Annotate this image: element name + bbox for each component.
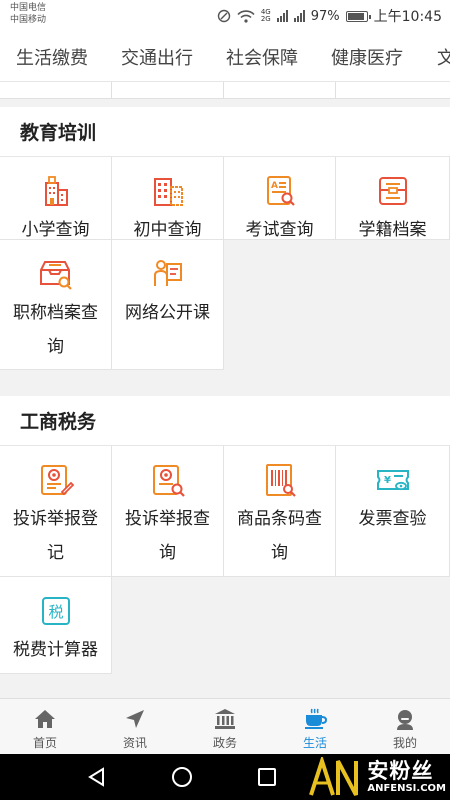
government-building-icon [215,709,235,729]
nav-home[interactable]: 首页 [0,699,90,754]
anfensi-logo [309,757,359,796]
watermark-en: ANFENSI.COM [367,782,446,794]
archive-tray-search-icon [39,261,72,290]
complaint-register-icon [40,465,74,496]
user-profile-icon [397,710,413,730]
status-right: 4G 2G 97% 上午10:45 [217,6,442,26]
home-icon [35,710,55,728]
service-label: 学籍档案 [358,220,427,240]
network-types: 4G 2G [261,9,271,23]
tab-living-payment[interactable]: 生活缴费 [16,44,88,70]
tab-health-medical[interactable]: 健康医疗 [331,44,403,70]
signal-2-icon [293,10,305,22]
complaint-search-icon [152,465,185,497]
section-education: 教育培训 小学查询 初中查询 A 考试查询 学籍档案 职称档案查询 网络公开课 [0,107,450,370]
section-business-tax: 工商税务 投诉举报登记 投诉举报查询 商品条码查询 ¥ 发票查验 税 税费计算器 [0,396,450,674]
system-navigation-bar: 安粉丝 ANFENSI.COM [0,754,450,800]
service-tax-calculator[interactable]: 税 税费计算器 [0,577,112,674]
nav-label: 资讯 [122,736,147,750]
service-label: 投诉举报登记 [13,509,98,563]
nav-mine[interactable]: 我的 [360,699,450,754]
clock: 上午10:45 [373,9,442,25]
svg-text:A: A [271,181,278,191]
section-title: 工商税务 [0,396,450,446]
service-label: 职称档案查询 [13,303,98,357]
network-type-2: 2G [260,15,271,23]
nav-label: 首页 [32,736,57,750]
service-label: 商品条码查询 [237,509,322,563]
watermark-cn: 安粉丝 [367,758,434,783]
service-online-open-class[interactable]: 网络公开课 [112,240,224,370]
recent-apps-icon[interactable] [256,766,278,788]
invoice-check-icon: ¥ [376,470,409,491]
battery-icon [345,10,371,22]
signal-1-icon [276,10,288,22]
category-tabs: 生活缴费 交通出行 社会保障 健康医疗 文 [0,30,450,82]
service-primary-school-query[interactable]: 小学查询 [0,157,112,240]
exam-search-icon: A [266,176,295,206]
service-invoice-check[interactable]: ¥ 发票查验 [336,446,450,577]
bottom-navigation: 首页 资讯 政务 生活 我的 [0,698,450,754]
home-button-icon[interactable] [171,766,193,788]
coffee-cup-icon [305,708,327,729]
service-label: 投诉举报查询 [125,509,210,563]
service-label: 发票查验 [358,509,427,529]
service-complaint-query[interactable]: 投诉举报查询 [112,446,224,577]
nav-living[interactable]: 生活 [270,699,360,754]
service-label: 考试查询 [245,220,314,240]
nav-government[interactable]: 政务 [180,699,270,754]
barcode-search-icon [265,464,296,497]
service-label: 税费计算器 [13,640,98,660]
nav-label: 生活 [302,736,327,750]
wifi-icon [237,9,255,23]
tab-transportation[interactable]: 交通出行 [121,44,193,70]
battery-percent: 97% [310,8,340,24]
tax-calculator-glyph: 税 [48,603,63,621]
tax-calculator-icon: 税 [41,597,70,625]
service-exam-query[interactable]: A 考试查询 [224,157,336,240]
service-barcode-query[interactable]: 商品条码查询 [224,446,336,577]
previous-section-tail [0,82,450,99]
service-middle-school-query[interactable]: 初中查询 [112,157,224,240]
nav-news[interactable]: 资讯 [90,699,180,754]
service-student-records[interactable]: 学籍档案 [336,157,450,240]
carrier-info: 中国电信 中国移动 [10,2,46,26]
service-title-archive-query[interactable]: 职称档案查询 [0,240,112,370]
section-title: 教育培训 [0,107,450,157]
nav-label: 政务 [212,736,237,750]
carrier-2: 中国移动 [10,15,47,25]
anfensi-watermark: 安粉丝 ANFENSI.COM [308,756,446,798]
navigation-arrow-icon [126,710,144,728]
back-icon[interactable] [86,766,108,788]
service-complaint-register[interactable]: 投诉举报登记 [0,446,112,577]
nav-label: 我的 [392,736,417,750]
online-class-icon [153,260,182,286]
tab-social-security[interactable]: 社会保障 [226,44,298,70]
services-list[interactable]: 教育培训 小学查询 初中查询 A 考试查询 学籍档案 职称档案查询 网络公开课 … [0,82,450,698]
svg-text:¥: ¥ [384,475,391,486]
carrier-1: 中国电信 [10,3,47,13]
school-building-icon [44,176,68,206]
service-label: 网络公开课 [125,303,210,323]
tab-culture[interactable]: 文 [437,44,450,70]
middle-school-building-icon [153,178,183,206]
student-record-icon [378,177,407,205]
data-saver-icon [217,9,231,23]
status-bar: 中国电信 中国移动 4G 2G 97% 上午10:45 [0,0,450,30]
